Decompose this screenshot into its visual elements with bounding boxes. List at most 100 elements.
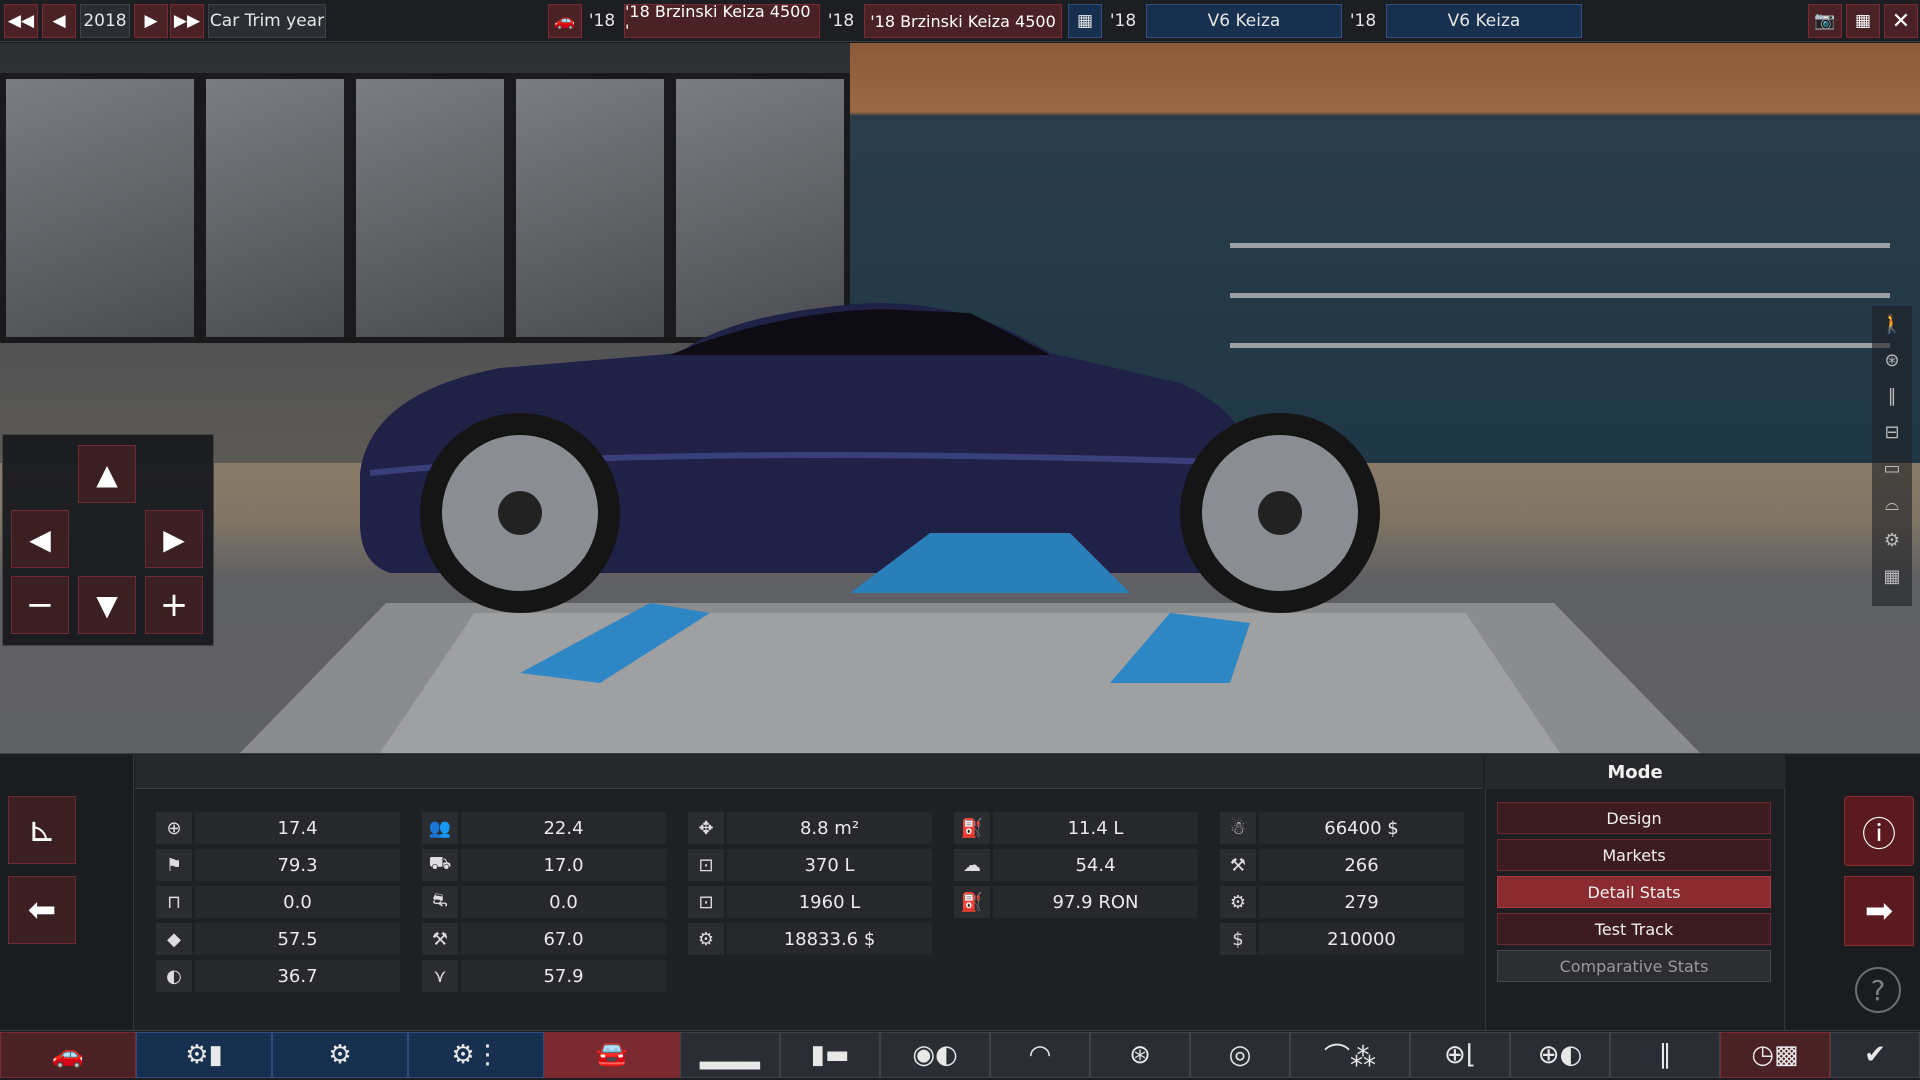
arrows-icon: ✥	[688, 812, 724, 844]
next-icon[interactable]: ▶	[134, 4, 168, 38]
car-viewport[interactable]: 🚶 ⊛ ∥ ⊟ ▭ ⌓ ⚙ ▦	[0, 43, 1920, 753]
fixtures-step-icon[interactable]: ▂▂▂	[680, 1032, 780, 1078]
camera-right-button[interactable]: ▶	[145, 510, 203, 568]
dollar-icon: $	[1220, 923, 1256, 955]
engine-year: '18	[1109, 11, 1137, 31]
engine-side-icon[interactable]: ⚙	[1872, 522, 1912, 558]
finish-check-icon[interactable]: ✔	[1830, 1032, 1920, 1078]
trim-select[interactable]: '18 Brzinski Keiza 4500	[864, 4, 1062, 38]
mode-markets-button[interactable]: Markets	[1497, 839, 1771, 871]
first-icon[interactable]: ◀◀	[4, 4, 38, 38]
trim-year: '18	[827, 11, 855, 31]
zoom-in-button[interactable]: +	[145, 576, 203, 634]
stat-fuel-economy: ⛽ 11.4 L	[954, 812, 1198, 844]
view-tools-strip: 🚶 ⊛ ∥ ⊟ ▭ ⌓ ⚙ ▦	[1872, 306, 1912, 606]
zoom-out-button[interactable]: −	[11, 576, 69, 634]
wheels-step-icon[interactable]: ⊛	[1090, 1032, 1190, 1078]
safety-step-icon[interactable]: ⊕◐	[1510, 1032, 1610, 1078]
brakes-step-icon[interactable]: ◠	[990, 1032, 1090, 1078]
prev-icon[interactable]: ◀	[42, 4, 76, 38]
suspension-step-icon[interactable]: ∥	[1610, 1032, 1720, 1078]
fuel-pump-icon: ⛽	[954, 886, 990, 918]
aero-step-icon[interactable]: ⌒⁂	[1290, 1032, 1410, 1078]
help-icon[interactable]: ?	[1855, 967, 1901, 1013]
stat-cargo-volume: ⊡ 370 L	[688, 849, 932, 881]
lights-step-icon[interactable]: ◉◐	[880, 1032, 990, 1078]
mode-test-track-button[interactable]: Test Track	[1497, 913, 1771, 945]
camera-left-button[interactable]: ◀	[11, 510, 69, 568]
variant-year: '18	[1349, 11, 1377, 31]
passengers-icon: 👥	[422, 812, 458, 844]
axis-view-button[interactable]: ⊾	[8, 796, 76, 864]
gears-icon: ⚙	[1220, 886, 1256, 918]
axle-icon[interactable]: ⊟	[1872, 414, 1912, 450]
back-arrow-button[interactable]: ⬅	[8, 876, 76, 944]
car-side-icon[interactable]: ⌓	[1872, 486, 1912, 522]
stat-offroad: ⛐ 0.0	[422, 886, 666, 918]
stat-frontal-area: ✥ 8.8 m²	[688, 812, 932, 844]
stat-safety: ◐ 36.7	[156, 960, 400, 992]
factory-icon: ⚒	[1220, 849, 1256, 881]
chassis-step-icon[interactable]: ▮▬	[780, 1032, 880, 1078]
calculator-icon[interactable]: ▦	[1846, 4, 1880, 38]
mode-comparative-stats-button[interactable]: Comparative Stats	[1497, 950, 1771, 982]
stat-sportiness: ⚑ 79.3	[156, 849, 400, 881]
camera-icon[interactable]: 📷	[1808, 4, 1842, 38]
stat-fuel-type: ⛽ 97.9 RON	[954, 886, 1198, 918]
panel-icon[interactable]: ▭	[1872, 450, 1912, 486]
next-arrow-button[interactable]: ➡	[1844, 876, 1914, 946]
stat-prestige: ◆ 57.5	[156, 923, 400, 955]
fuel-can-icon: ⛽	[954, 812, 990, 844]
car-trim-year-label: Car Trim year	[208, 4, 326, 38]
camera-down-button[interactable]: ▼	[78, 576, 136, 634]
engine-select[interactable]: V6 Keiza	[1146, 4, 1342, 38]
testing-step-icon[interactable]: ◷▩	[1720, 1032, 1830, 1078]
stat-material-cost: ⚙ 18833.6 $	[688, 923, 932, 955]
stat-passenger-volume: ⊡ 1960 L	[688, 886, 932, 918]
engine-family-step-icon[interactable]: ⚙▮	[136, 1032, 272, 1078]
close-icon[interactable]: ✕	[1884, 4, 1918, 38]
cost-gear-icon: ⚙	[688, 923, 724, 955]
person-icon[interactable]: 🚶	[1872, 306, 1912, 342]
checkered-flag-icon: ⚑	[156, 849, 192, 881]
variant-select[interactable]: V6 Keiza	[1386, 4, 1582, 38]
warning-icon[interactable]: ⓘ	[1844, 796, 1914, 866]
camera-up-button[interactable]: ▲	[78, 445, 136, 503]
stat-reliability: ⚒ 67.0	[422, 923, 666, 955]
crash-test-icon: ◐	[156, 960, 192, 992]
stat-utility: ⛟ 17.0	[422, 849, 666, 881]
stat-comfort: ⊓ 0.0	[156, 886, 400, 918]
mode-title: Mode	[1485, 755, 1785, 789]
steering-wheel-icon: ⊕	[156, 812, 192, 844]
truck-icon: ⛟	[422, 849, 458, 881]
last-icon[interactable]: ▶▶	[170, 4, 204, 38]
stat-engineering-time: ⚙ 279	[1220, 886, 1464, 918]
model-select[interactable]: '18 Brzinski Keiza 4500 '	[624, 2, 820, 40]
passenger-volume-icon: ⊡	[688, 886, 724, 918]
model-year: '18	[588, 11, 616, 31]
chart-icon: ⋎	[422, 960, 458, 992]
mode-detail-stats-button[interactable]: Detail Stats	[1497, 876, 1771, 908]
mode-design-button[interactable]: Design	[1497, 802, 1771, 834]
car-icon[interactable]: 🚗	[548, 4, 582, 38]
wrench-icon: ⚒	[422, 923, 458, 955]
stat-practicality: 👥 22.4	[422, 812, 666, 844]
diamond-icon: ◆	[156, 923, 192, 955]
car-model	[360, 302, 1380, 683]
car-body-step-icon[interactable]: 🚗	[0, 1032, 136, 1078]
engine-icon[interactable]: ▦	[1068, 4, 1102, 38]
tires-step-icon[interactable]: ◎	[1190, 1032, 1290, 1078]
seat-icon: ⊓	[156, 886, 192, 918]
engine-step-icon[interactable]: ⚙	[272, 1032, 408, 1078]
wheel-icon[interactable]: ⊛	[1872, 342, 1912, 378]
spring-icon[interactable]: ∥	[1872, 378, 1912, 414]
interior-step-icon[interactable]: ⊕⌊	[1410, 1032, 1510, 1078]
stat-production-units: ⚒ 266	[1220, 849, 1464, 881]
stat-price: ☃ 66400 $	[1220, 812, 1464, 844]
stat-drivability: ⊕ 17.4	[156, 812, 400, 844]
engine-tune-step-icon[interactable]: ⚙⋮	[408, 1032, 544, 1078]
trim-step-icon[interactable]: 🚘	[544, 1032, 680, 1078]
camera-dpad: ▲ ◀ ▶ − ▼ +	[2, 434, 214, 646]
bar-icon[interactable]: ▦	[1872, 558, 1912, 594]
stat-tooling-cost: $210000	[1220, 923, 1464, 955]
